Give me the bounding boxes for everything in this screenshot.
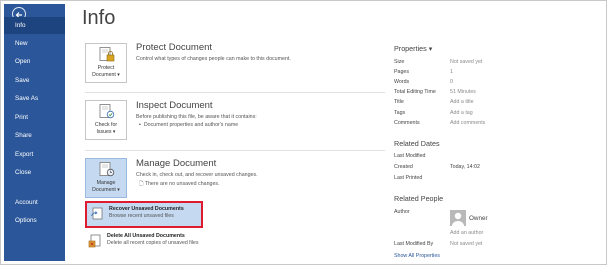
lock-document-icon bbox=[99, 47, 115, 62]
protect-button-label-1: Protect bbox=[97, 65, 115, 71]
sidebar-item-open[interactable]: Open bbox=[4, 53, 65, 70]
date-key-last-modified: Last Modified bbox=[394, 153, 426, 159]
sidebar-item-save-as[interactable]: Save As bbox=[4, 90, 65, 107]
info-panel: Info Protect Document ▾ Protect Document… bbox=[65, 4, 603, 261]
related-people-header: Related People bbox=[394, 194, 444, 203]
divider bbox=[85, 150, 385, 151]
manage-status: 🗋 There are no unsaved changes. bbox=[139, 180, 220, 189]
sidebar-item-close[interactable]: Close bbox=[4, 164, 65, 181]
prop-value-comments[interactable]: Add comments bbox=[450, 120, 485, 126]
manage-status-text: There are no unsaved changes. bbox=[144, 181, 220, 187]
delete-document-icon bbox=[88, 234, 102, 248]
manage-button-label-2: Document ▾ bbox=[92, 187, 120, 193]
author-name[interactable]: Owner bbox=[469, 215, 488, 222]
prop-key-editing-time: Total Editing Time bbox=[394, 89, 436, 95]
inspect-section-desc: Before publishing this file, be aware th… bbox=[136, 114, 257, 120]
sidebar-item-share[interactable]: Share bbox=[4, 127, 65, 144]
last-modified-by-label: Last Modified By bbox=[394, 241, 434, 247]
protect-section-desc: Control what types of changes people can… bbox=[136, 56, 291, 62]
check-document-icon bbox=[99, 104, 115, 119]
sidebar-item-options[interactable]: Options bbox=[4, 212, 65, 229]
date-key-created: Created bbox=[394, 164, 413, 170]
sidebar-item-info[interactable]: Info bbox=[4, 17, 65, 34]
prop-value-words: 0 bbox=[450, 79, 453, 85]
sidebar-item-account[interactable]: Account bbox=[4, 194, 65, 211]
protect-button-label-2: Document ▾ bbox=[92, 72, 120, 78]
sidebar-item-print[interactable]: Print bbox=[4, 109, 65, 126]
inspect-button-label-2: Issues ▾ bbox=[96, 129, 116, 135]
inspect-section-title: Inspect Document bbox=[136, 100, 213, 111]
prop-key-comments: Comments bbox=[394, 120, 420, 126]
delete-item-title: Delete All Unsaved Documents bbox=[107, 233, 185, 239]
recover-document-icon bbox=[90, 207, 104, 221]
properties-header[interactable]: Properties ▾ bbox=[394, 44, 432, 53]
author-label: Author bbox=[394, 209, 410, 215]
manage-button-label-1: Manage bbox=[96, 180, 116, 186]
divider bbox=[85, 92, 385, 93]
sidebar-item-new[interactable]: New bbox=[4, 35, 65, 52]
date-key-last-printed: Last Printed bbox=[394, 175, 423, 181]
protect-document-button[interactable]: Protect Document ▾ bbox=[85, 43, 127, 83]
date-value-created: Today, 14:02 bbox=[450, 164, 480, 170]
inspect-bullet-text: Document properties and author's name bbox=[143, 122, 239, 128]
protect-section-title: Protect Document bbox=[136, 42, 213, 53]
show-all-properties-link[interactable]: Show All Properties bbox=[394, 253, 440, 259]
delete-unsaved-documents-item[interactable]: Delete All Unsaved Documents Delete all … bbox=[85, 230, 203, 257]
prop-key-title: Title bbox=[394, 99, 404, 105]
delete-item-desc: Delete all recent copies of unsaved file… bbox=[107, 240, 199, 246]
prop-key-words: Words bbox=[394, 79, 410, 85]
prop-value-tags[interactable]: Add a tag bbox=[450, 110, 473, 116]
manage-document-icon bbox=[99, 162, 115, 177]
prop-key-pages: Pages bbox=[394, 69, 410, 75]
sidebar-item-export[interactable]: Export bbox=[4, 146, 65, 163]
last-modified-by-value: Not saved yet bbox=[450, 241, 483, 247]
manage-section-title: Manage Document bbox=[136, 158, 217, 169]
sidebar-item-save[interactable]: Save bbox=[4, 72, 65, 89]
manage-document-button[interactable]: Manage Document ▾ bbox=[85, 158, 127, 198]
document-icon: 🗋 bbox=[139, 181, 144, 187]
prop-value-title[interactable]: Add a title bbox=[450, 99, 474, 105]
backstage-sidebar: Info New Open Save Save As Print Share E… bbox=[4, 4, 65, 261]
inspect-button-label-1: Check for bbox=[94, 122, 118, 128]
check-for-issues-button[interactable]: Check for Issues ▾ bbox=[85, 100, 127, 140]
page-title: Info bbox=[82, 7, 116, 29]
recover-item-desc: Browse recent unsaved files bbox=[109, 213, 174, 219]
prop-key-size: Size bbox=[394, 59, 405, 65]
prop-value-editing-time: 51 Minutes bbox=[450, 89, 476, 95]
manage-section-desc: Check in, check out, and recover unsaved… bbox=[136, 172, 258, 178]
person-avatar-icon bbox=[450, 210, 466, 226]
inspect-bullet: ▪ Document properties and author's name bbox=[139, 122, 239, 128]
recover-unsaved-documents-item[interactable]: Recover Unsaved Documents Browse recent … bbox=[85, 201, 203, 228]
prop-value-pages: 1 bbox=[450, 69, 453, 75]
recover-item-title: Recover Unsaved Documents bbox=[109, 206, 184, 212]
add-author-link[interactable]: Add an author bbox=[450, 230, 483, 236]
prop-key-tags: Tags bbox=[394, 110, 406, 116]
related-dates-header: Related Dates bbox=[394, 139, 440, 148]
prop-value-size: Not saved yet bbox=[450, 59, 483, 65]
